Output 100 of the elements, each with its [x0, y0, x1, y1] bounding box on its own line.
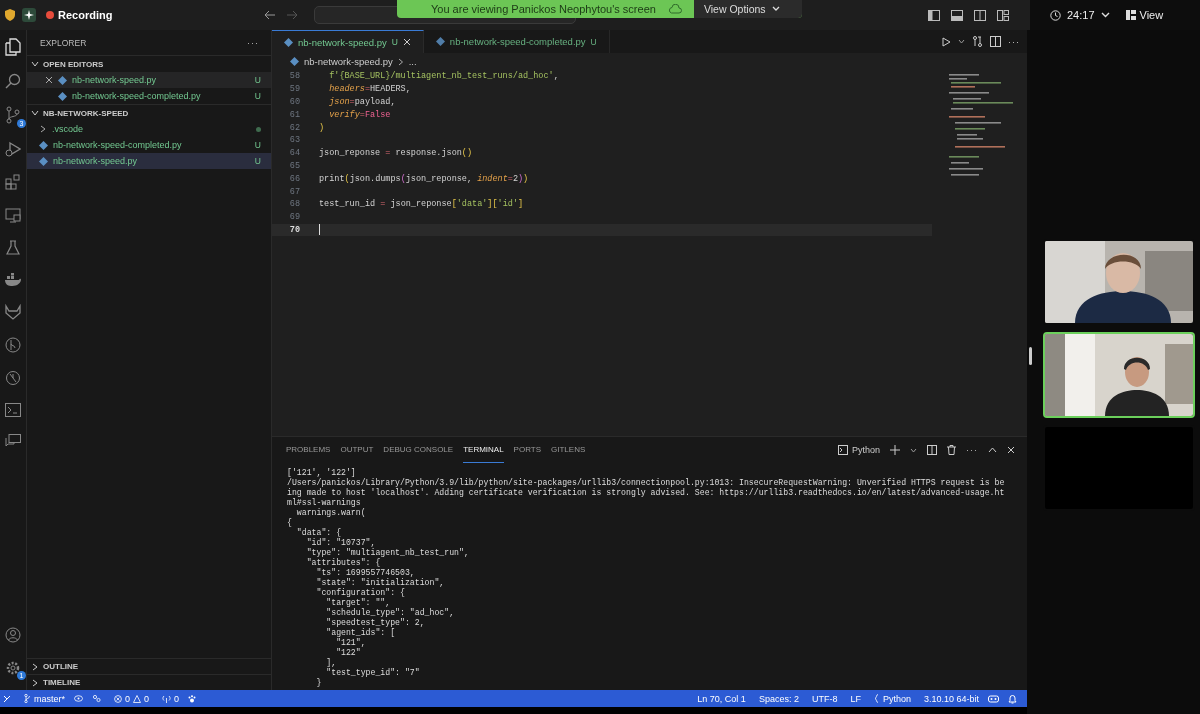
panel-tab[interactable]: DEBUG CONSOLE — [383, 437, 454, 463]
compare-icon[interactable] — [972, 36, 983, 47]
trash-icon[interactable] — [947, 445, 956, 455]
files-icon[interactable] — [5, 38, 21, 56]
branch-icon[interactable] — [5, 106, 21, 124]
tab-title: nb-network-speed.py — [298, 36, 387, 48]
code-line: ) — [319, 122, 325, 133]
git-status: U — [254, 91, 261, 101]
close-icon[interactable] — [45, 76, 53, 84]
clock-icon — [1050, 9, 1061, 21]
history-icon[interactable] — [5, 370, 21, 386]
monitor-icon[interactable] — [5, 207, 21, 223]
section-header[interactable]: OUTLINE — [27, 658, 271, 674]
run-icon[interactable] — [942, 36, 951, 47]
terminal-icon[interactable] — [5, 403, 21, 417]
sparkle-icon[interactable] — [22, 8, 36, 22]
back-arrow-icon[interactable] — [264, 10, 277, 20]
shield-icon[interactable] — [4, 8, 16, 22]
section-header[interactable]: NB-NETWORK-SPEED — [27, 104, 271, 121]
layout-grid-icon[interactable] — [997, 9, 1009, 21]
status-item[interactable]: Spaces: 2 — [758, 693, 799, 704]
problems-indicator[interactable]: 0 0 — [114, 693, 150, 704]
settings-icon[interactable] — [5, 660, 21, 676]
remote-icon[interactable] — [3, 694, 11, 703]
line-number: 68 — [288, 199, 300, 210]
close-icon[interactable] — [1007, 446, 1015, 454]
line-number: 63 — [288, 135, 300, 146]
panel-tab[interactable]: GITLENS — [551, 437, 586, 463]
open-editor-item[interactable]: nb-network-speed-completed.py U — [27, 88, 271, 104]
git-status: U — [254, 75, 261, 85]
line-number: 60 — [288, 97, 300, 107]
status-item[interactable]: UTF-8 — [811, 693, 838, 704]
flask-icon[interactable] — [5, 240, 21, 256]
terminal-line: "attributes": { — [305, 558, 382, 568]
split-terminal-icon[interactable] — [927, 445, 937, 455]
terminal-line: /Users/panickos/Library/Python/3.9/lib/python/site-packages/urllib3/connectionpool.py:1013: InsecureRequestWarning: Unverified HTTPS request is be — [287, 478, 1006, 488]
fox-icon[interactable] — [5, 304, 21, 320]
git-status: U — [254, 156, 261, 166]
more-actions-button[interactable]: ··· — [966, 445, 978, 455]
account-icon[interactable] — [5, 627, 21, 643]
panel-toggle-icon[interactable] — [951, 9, 963, 21]
search-icon[interactable] — [5, 73, 21, 89]
banner-text: You are viewing Panickos Neophytou's screen — [430, 3, 657, 15]
blocks-icon[interactable] — [5, 174, 21, 190]
code-line: json=payload, — [328, 97, 396, 107]
whale-icon[interactable] — [4, 273, 22, 287]
open-editor-item[interactable]: nb-network-speed.py U — [27, 72, 271, 88]
terminal-name[interactable]: Python — [851, 445, 880, 455]
panel-tab[interactable]: PORTS — [513, 437, 542, 463]
line-number: 65 — [288, 160, 300, 171]
tree-item[interactable]: .vscode — [27, 121, 271, 137]
breadcrumb-item[interactable]: ... — [408, 56, 417, 67]
git-status: U — [254, 140, 261, 150]
terminal-line: } — [315, 678, 323, 688]
panel-tab[interactable]: PROBLEMS — [286, 437, 331, 463]
editor-tab[interactable]: nb-network-speed.py U — [272, 30, 424, 53]
terminal-line: "target": "", — [325, 598, 392, 608]
status-item[interactable]: Python — [873, 693, 911, 704]
view-options-button[interactable]: View Options — [693, 0, 802, 18]
text-cursor — [319, 224, 320, 236]
ports-indicator[interactable]: 0 — [162, 693, 180, 704]
breadcrumb-item[interactable]: nb-network-speed.py — [304, 56, 393, 67]
paw-icon[interactable] — [188, 694, 197, 703]
editor-tab[interactable]: nb-network-speed-completed.py U — [423, 30, 610, 53]
close-icon[interactable] — [402, 38, 411, 46]
status-item[interactable]: Ln 70, Col 1 — [697, 693, 746, 704]
sidebar-toggle-icon[interactable] — [928, 9, 940, 21]
terminal-line: "122" — [335, 648, 362, 658]
play-bug-icon[interactable] — [5, 141, 21, 157]
more-actions-button[interactable]: ··· — [247, 38, 259, 48]
terminal-icon — [837, 445, 848, 455]
line-number: 64 — [288, 148, 300, 159]
status-item[interactable]: LF — [850, 693, 861, 704]
git-graph-icon[interactable] — [5, 337, 21, 353]
terminal-line: ml#ssl-warnings — [287, 498, 362, 508]
terminal-line: "state": "initialization", — [315, 578, 446, 588]
split-editor-icon[interactable] — [990, 36, 1001, 47]
status-item[interactable]: 3.10.10 64-bit — [923, 693, 979, 704]
panel-tab[interactable]: TERMINAL — [463, 437, 504, 463]
more-actions-button[interactable]: ··· — [1008, 36, 1020, 47]
sync-icon[interactable] — [74, 695, 83, 702]
bell-icon[interactable] — [1008, 693, 1017, 704]
copilot-icon[interactable] — [988, 694, 999, 703]
python-file-icon — [290, 57, 299, 66]
grid-icon — [1125, 10, 1136, 20]
people-icon[interactable] — [92, 694, 101, 703]
sidebar-title: EXPLORER — [40, 38, 87, 48]
plus-icon[interactable] — [890, 445, 900, 455]
view-button[interactable]: View — [1125, 9, 1164, 21]
tree-item[interactable]: nb-network-speed.py U — [27, 153, 271, 169]
branch-indicator[interactable]: master* — [24, 693, 65, 704]
chat-icon[interactable] — [5, 434, 21, 448]
tree-item[interactable]: nb-network-speed-completed.py U — [27, 137, 271, 153]
split-layout-icon[interactable] — [974, 9, 986, 21]
chevron-up-icon[interactable] — [988, 447, 997, 453]
modified-dot — [256, 126, 261, 132]
terminal-line: "121", — [335, 638, 367, 648]
line-number: 67 — [288, 186, 300, 197]
git-status: U — [391, 37, 398, 47]
panel-tab[interactable]: OUTPUT — [340, 437, 374, 463]
